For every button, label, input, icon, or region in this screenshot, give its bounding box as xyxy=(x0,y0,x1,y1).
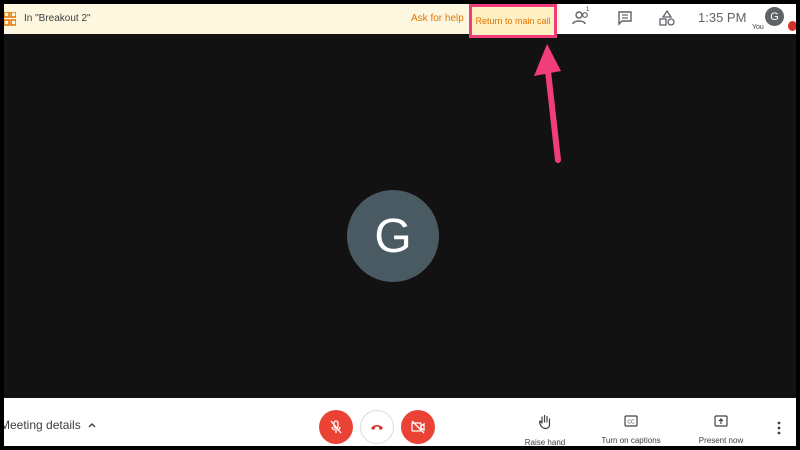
ask-for-help-button[interactable]: Ask for help xyxy=(411,13,464,24)
you-label: You xyxy=(752,24,764,31)
user-avatar[interactable]: G xyxy=(765,7,784,26)
leave-call-button[interactable] xyxy=(360,410,394,444)
microphone-off-icon xyxy=(330,420,342,434)
chevron-up-icon xyxy=(88,423,96,428)
raise-hand-icon xyxy=(539,414,551,430)
more-options-icon[interactable] xyxy=(776,420,782,436)
camera-off-icon xyxy=(411,420,425,434)
activities-icon[interactable] xyxy=(658,9,676,27)
callout-arrow xyxy=(534,44,561,163)
captions-icon: CC xyxy=(624,415,638,427)
present-now-button[interactable]: Present now xyxy=(681,414,761,445)
recording-badge xyxy=(788,21,796,31)
meeting-details-label: Meeting details xyxy=(4,418,81,432)
meet-window: In "Breakout 2" Ask for help Return to m… xyxy=(4,4,796,446)
bottom-control-bar: Meeting details Raise hand CC Turn on ca… xyxy=(4,398,796,446)
breakout-room-icon xyxy=(4,12,16,26)
raise-hand-label: Raise hand xyxy=(524,438,566,446)
people-count-badge: 1 xyxy=(586,7,590,13)
present-icon xyxy=(714,415,728,427)
breakout-banner: In "Breakout 2" Ask for help Return to m… xyxy=(4,4,560,38)
participant-avatar: G xyxy=(347,190,439,282)
microphone-toggle-button[interactable] xyxy=(319,410,353,444)
chat-icon[interactable] xyxy=(616,9,634,27)
captions-label: Turn on captions xyxy=(601,436,661,445)
breakout-room-label: In "Breakout 2" xyxy=(24,13,91,24)
captions-button[interactable]: CC Turn on captions xyxy=(591,414,671,445)
return-to-main-call-button[interactable]: Return to main call xyxy=(469,4,557,38)
top-toolbar: 1 1:35 PM G You xyxy=(560,4,796,34)
camera-toggle-button[interactable] xyxy=(401,410,435,444)
clock: 1:35 PM xyxy=(698,10,747,25)
hang-up-icon xyxy=(371,425,383,430)
svg-text:CC: CC xyxy=(627,420,635,426)
raise-hand-button[interactable]: Raise hand xyxy=(505,414,585,446)
meeting-details-button[interactable]: Meeting details xyxy=(4,418,97,432)
present-now-label: Present now xyxy=(698,436,744,445)
